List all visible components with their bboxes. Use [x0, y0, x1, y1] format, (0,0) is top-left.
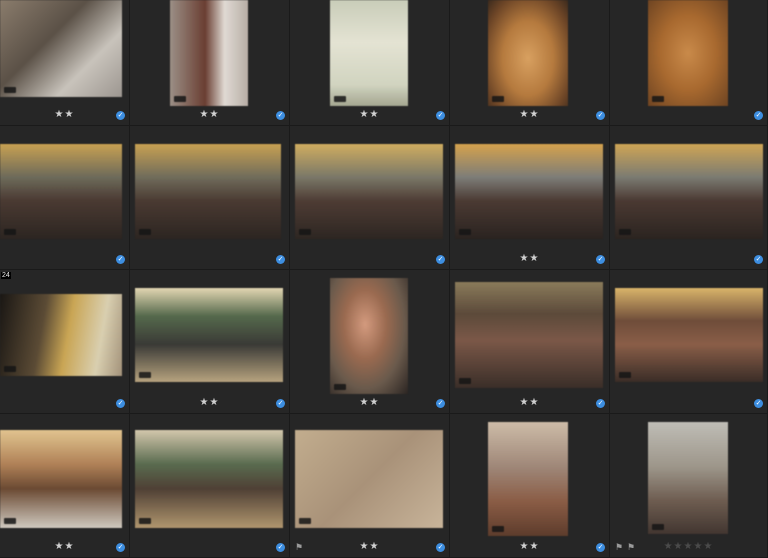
video-badge-icon	[459, 229, 471, 235]
photo-thumbnail[interactable]	[135, 288, 283, 382]
photo-cell[interactable]: ✓	[0, 126, 130, 270]
video-badge-icon	[4, 518, 16, 524]
select-check-icon[interactable]: ✓	[754, 399, 763, 408]
star-rating[interactable]: ★★	[0, 541, 129, 553]
video-badge-icon	[459, 378, 471, 384]
photo-cell[interactable]: ✓	[130, 126, 290, 270]
star-rating[interactable]: ★★	[130, 397, 289, 409]
flag-icon[interactable]: ⚑	[627, 542, 635, 552]
video-badge-icon	[334, 384, 346, 390]
photo-cell[interactable]: ★★ ✓	[450, 414, 610, 558]
photo-thumbnail[interactable]	[0, 294, 122, 376]
select-check-icon[interactable]: ✓	[596, 255, 605, 264]
select-check-icon[interactable]: ✓	[596, 111, 605, 120]
photo-cell[interactable]: ★★ ✓	[290, 0, 450, 126]
photo-cell[interactable]: ★★ ✓	[450, 270, 610, 414]
photo-cell[interactable]: ✓	[290, 126, 450, 270]
photo-cell[interactable]: ★★ ✓	[0, 0, 130, 126]
video-badge-icon	[139, 372, 151, 378]
select-check-icon[interactable]: ✓	[276, 543, 285, 552]
star-rating[interactable]: ★★	[450, 541, 609, 553]
video-badge-icon	[299, 518, 311, 524]
video-badge-icon	[299, 229, 311, 235]
photo-thumbnail[interactable]	[648, 422, 728, 534]
select-check-icon[interactable]: ✓	[116, 255, 125, 264]
photo-thumbnail[interactable]	[488, 422, 568, 536]
select-check-icon[interactable]: ✓	[754, 255, 763, 264]
photo-cell[interactable]: ★★ ✓	[450, 0, 610, 126]
select-check-icon[interactable]: ✓	[754, 111, 763, 120]
video-badge-icon	[139, 518, 151, 524]
star-rating[interactable]: ★★	[0, 109, 129, 121]
video-badge-icon	[492, 526, 504, 532]
video-badge-icon	[619, 372, 631, 378]
photo-thumbnail[interactable]	[648, 0, 728, 106]
photo-grid: ★★ ✓ ★★ ✓ ★★ ✓ ★★ ✓ ✓ ✓ ✓ ✓ ★★ ✓ ✓ 24 ✓ ★★ ✓ ★★ ✓ ★★ ✓ ✓ ★★ ✓ ✓ ★★ ⚑…	[0, 0, 768, 558]
photo-thumbnail[interactable]	[615, 144, 763, 239]
photo-thumbnail[interactable]	[0, 144, 122, 239]
photo-thumbnail[interactable]	[135, 144, 281, 239]
select-check-icon[interactable]: ✓	[436, 399, 445, 408]
star-rating[interactable]: ★★	[450, 109, 609, 121]
star-rating[interactable]: ★★	[290, 397, 449, 409]
video-badge-icon	[4, 87, 16, 93]
select-check-icon[interactable]: ✓	[436, 111, 445, 120]
flag-icon[interactable]: ⚑	[295, 542, 303, 552]
video-badge-icon	[139, 229, 151, 235]
video-badge-icon	[4, 366, 16, 372]
select-check-icon[interactable]: ✓	[276, 399, 285, 408]
photo-thumbnail[interactable]	[295, 144, 443, 239]
photo-number-label: 24	[1, 272, 11, 279]
photo-thumbnail[interactable]	[135, 430, 283, 528]
photo-thumbnail[interactable]	[0, 0, 122, 97]
video-badge-icon	[4, 229, 16, 235]
select-check-icon[interactable]: ✓	[596, 543, 605, 552]
video-badge-icon	[619, 229, 631, 235]
photo-cell[interactable]: ✓	[130, 414, 290, 558]
photo-cell[interactable]: ★★ ⚑ ✓	[290, 414, 450, 558]
photo-thumbnail[interactable]	[295, 430, 443, 528]
flag-icon[interactable]: ⚑	[615, 542, 623, 552]
photo-thumbnail[interactable]	[170, 0, 248, 106]
select-check-icon[interactable]: ✓	[596, 399, 605, 408]
photo-cell[interactable]: ★★ ✓	[450, 126, 610, 270]
select-check-icon[interactable]: ✓	[276, 111, 285, 120]
video-badge-icon	[334, 96, 346, 102]
star-rating[interactable]: ★★	[290, 109, 449, 121]
photo-cell[interactable]: ★★★★★ ⚑ ⚑	[610, 414, 768, 558]
photo-cell[interactable]: ✓	[610, 126, 768, 270]
photo-thumbnail[interactable]	[488, 0, 568, 106]
photo-cell[interactable]: ★★ ✓	[130, 270, 290, 414]
photo-thumbnail[interactable]	[615, 288, 763, 382]
photo-cell[interactable]: ✓	[610, 270, 768, 414]
photo-cell[interactable]: ✓	[610, 0, 768, 126]
photo-thumbnail[interactable]	[330, 278, 408, 394]
video-badge-icon	[652, 96, 664, 102]
select-check-icon[interactable]: ✓	[116, 543, 125, 552]
photo-cell[interactable]: ★★ ✓	[130, 0, 290, 126]
star-rating[interactable]: ★★	[450, 253, 609, 265]
photo-thumbnail[interactable]	[455, 282, 603, 388]
photo-thumbnail[interactable]	[0, 430, 122, 528]
photo-cell[interactable]: ★★ ✓	[0, 414, 130, 558]
video-badge-icon	[174, 96, 186, 102]
star-rating[interactable]: ★★	[290, 541, 449, 553]
photo-thumbnail[interactable]	[455, 144, 603, 239]
video-badge-icon	[652, 524, 664, 530]
select-check-icon[interactable]: ✓	[436, 255, 445, 264]
select-check-icon[interactable]: ✓	[276, 255, 285, 264]
select-check-icon[interactable]: ✓	[116, 111, 125, 120]
photo-cell[interactable]: ★★ ✓	[290, 270, 450, 414]
star-rating[interactable]: ★★	[130, 109, 289, 121]
photo-cell[interactable]: 24 ✓	[0, 270, 130, 414]
select-check-icon[interactable]: ✓	[436, 543, 445, 552]
star-rating[interactable]: ★★	[450, 397, 609, 409]
select-check-icon[interactable]: ✓	[116, 399, 125, 408]
photo-thumbnail[interactable]	[330, 0, 408, 106]
video-badge-icon	[492, 96, 504, 102]
